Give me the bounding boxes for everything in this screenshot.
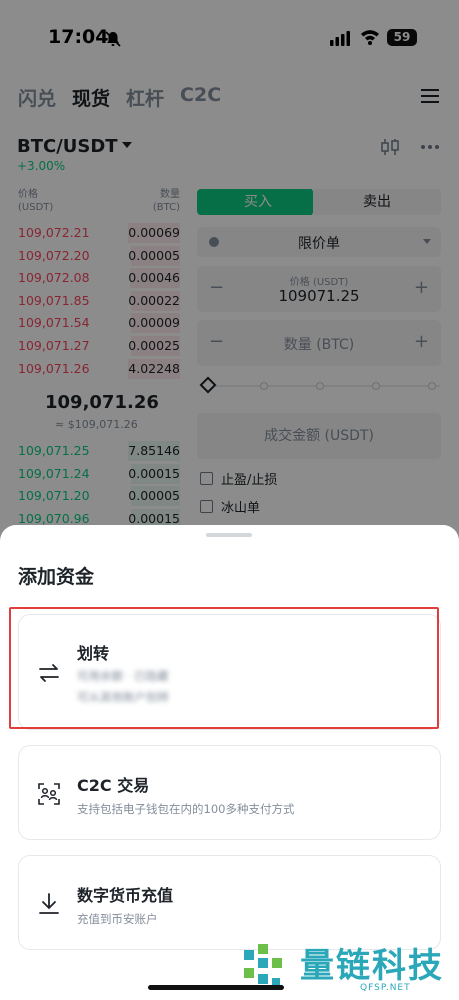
- watermark-text: 量链科技: [300, 946, 444, 986]
- c2c-title: C2C 交易: [77, 776, 150, 795]
- c2c-icon: [38, 783, 60, 805]
- deposit-option[interactable]: 数字货币充值 充值到币安账户: [18, 855, 441, 950]
- sheet-grabber[interactable]: [206, 533, 252, 537]
- highlight-annotation: [9, 607, 439, 729]
- c2c-option[interactable]: C2C 交易 支持包括电子钱包在内的100多种支付方式: [18, 745, 441, 840]
- deposit-subtitle: 充值到币安账户: [77, 912, 158, 926]
- deposit-icon: [39, 893, 59, 914]
- home-indicator[interactable]: [148, 985, 284, 990]
- watermark-subtext: QFSP.NET: [360, 983, 411, 993]
- c2c-subtitle: 支持包括电子钱包在内的100多种支付方式: [77, 802, 295, 816]
- sheet-title: 添加资金: [18, 566, 95, 588]
- deposit-title: 数字货币充值: [77, 886, 174, 905]
- add-funds-sheet: 添加资金 划转 可用余额 · 已隐藏 可从其他账户划转 C2C 交易 支持包括电…: [0, 525, 459, 1000]
